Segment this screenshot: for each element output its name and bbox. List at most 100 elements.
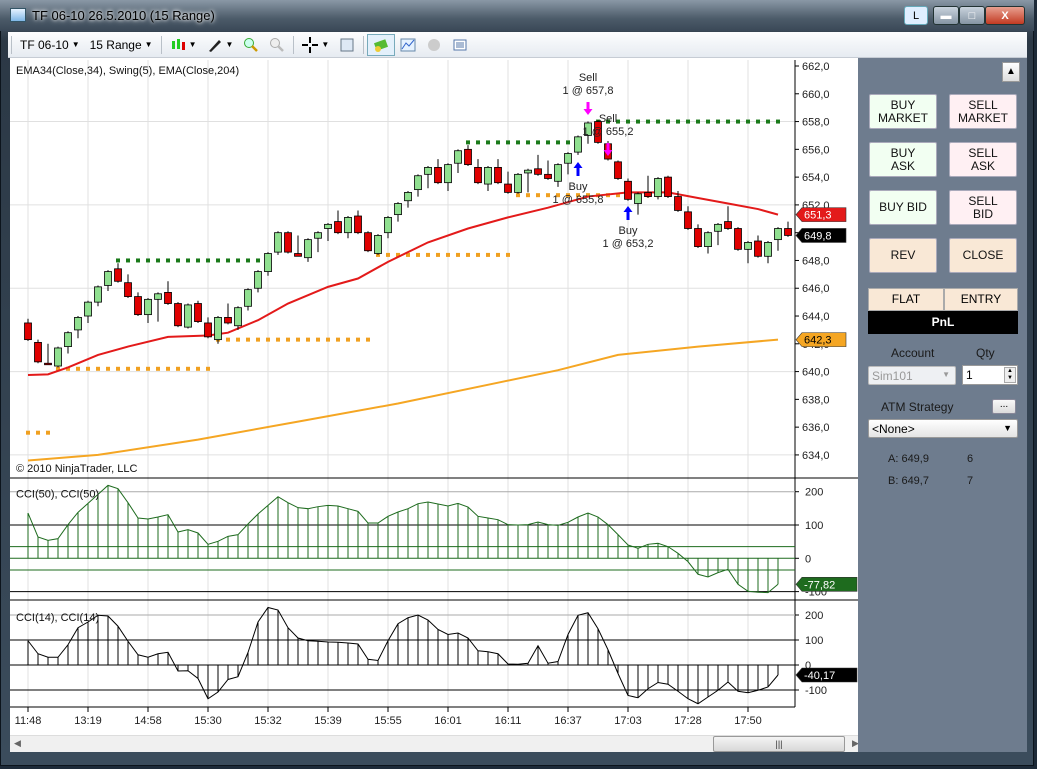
collapse-panel-button[interactable]: ▲ (1002, 62, 1020, 82)
account-select[interactable]: Sim101 ▼ (868, 366, 956, 385)
swing-low-dot (176, 366, 180, 371)
chart-app-icon (10, 8, 26, 22)
price-chart[interactable]: 662,0660,0658,0656,0654,0652,0650,0648,0… (10, 58, 858, 735)
maximize-button[interactable]: □ (959, 6, 985, 25)
strategies-icon (428, 38, 441, 51)
swing-low-dot (136, 366, 140, 371)
swing-low-dot (446, 252, 450, 257)
swing-high-dot (706, 119, 710, 124)
drawing-tool-button[interactable]: ▼ (202, 34, 239, 56)
toolbar-grip[interactable] (11, 35, 12, 54)
candle-down (694, 228, 702, 247)
properties-icon (453, 39, 467, 50)
candle-up (154, 293, 162, 300)
time-tick-label: 15:30 (194, 715, 222, 727)
atm-strategy-value: <None> (872, 422, 915, 436)
candle-up (324, 223, 332, 229)
sell-ask-button[interactable]: SELL ASK (949, 142, 1017, 177)
candle-up (54, 347, 62, 367)
sell-market-button[interactable]: SELL MARKET (949, 94, 1017, 129)
candle-up (564, 153, 572, 164)
chart-trader-panel: ▲ BUY MARKET SELL MARKET BUY ASK SELL ASK BU… (858, 58, 1027, 752)
candle-down (724, 221, 732, 229)
swing-high-dot (526, 140, 530, 145)
buy-arrow-icon (623, 206, 633, 220)
money-icon (374, 38, 389, 52)
scrollbar-thumb[interactable]: ||| (713, 736, 845, 752)
sell-bid-button[interactable]: SELL BID (949, 190, 1017, 225)
trade-label: Sell (599, 113, 617, 125)
swing-low-dot (466, 252, 470, 257)
interval-selector[interactable]: 15 Range ▼ (85, 34, 158, 56)
candle-down (534, 168, 542, 175)
candle-up (144, 298, 152, 316)
atm-more-button[interactable]: ... (992, 399, 1016, 414)
swing-high-dot (156, 258, 160, 263)
candle-up (344, 217, 352, 234)
trade-detail: 1 @ 655,8 (553, 194, 604, 206)
time-tick-label: 13:19 (74, 715, 102, 727)
buy-bid-button[interactable]: BUY BID (869, 190, 937, 225)
rev-button[interactable]: REV (869, 238, 937, 273)
candle-up (714, 223, 722, 232)
properties-button[interactable] (447, 34, 473, 56)
price-tick-label: 636,0 (802, 422, 830, 434)
strategies-button[interactable] (421, 34, 447, 56)
spinner-icon[interactable]: ▲ ▼ (1004, 367, 1016, 383)
swing-low-dot (266, 337, 270, 342)
swing-low-dot (356, 337, 360, 342)
scroll-left-icon[interactable]: ◀ (14, 738, 21, 749)
atm-strategy-select[interactable]: <None> ▼ (868, 419, 1018, 438)
chart-style-button[interactable]: ▼ (165, 34, 202, 56)
crosshair-icon (302, 36, 319, 53)
buy-ask-button[interactable]: BUY ASK (869, 142, 937, 177)
buy-bid-label: BUY BID (879, 200, 927, 214)
chevron-down-icon: ▼ (71, 40, 80, 49)
indicators-button[interactable] (395, 34, 421, 56)
swing-low-dot (256, 337, 260, 342)
chart-trader-button[interactable] (367, 33, 396, 56)
toolbar-separator (293, 35, 295, 54)
candlestick-icon (171, 38, 185, 50)
buy-market-button[interactable]: BUY MARKET (869, 94, 937, 129)
data-box-button[interactable] (334, 34, 360, 56)
swing-high-dot (646, 119, 650, 124)
bid-size: 7 (967, 475, 974, 487)
swing-high-dot (496, 140, 500, 145)
entry-status: ENTRY (944, 288, 1018, 311)
cci14-tick-label: 100 (805, 635, 823, 647)
price-tick-label: 646,0 (802, 283, 830, 295)
chevron-down-icon: ▼ (144, 40, 153, 49)
pen-icon (208, 39, 221, 52)
candle-down (664, 176, 672, 197)
cci14-legend: CCI(14), CCI(14) (16, 612, 99, 624)
candle-up (444, 164, 452, 184)
zoom-out-button[interactable] (264, 34, 290, 56)
title-bar[interactable]: TF 06-10 26.5.2010 (15 Range) L ▬ □ X (0, 0, 1034, 31)
quantity-stepper[interactable]: 1 ▲ ▼ (962, 365, 1018, 385)
candle-up (454, 150, 462, 164)
swing-low-dot (336, 337, 340, 342)
link-button[interactable]: L (904, 6, 928, 25)
candle-up (84, 301, 92, 317)
indicator-legend: EMA34(Close,34), Swing(5), EMA(Close,204… (16, 65, 239, 77)
swing-low-dot (436, 252, 440, 257)
instrument-selector[interactable]: TF 06-10 ▼ (15, 34, 85, 56)
cci14-line (27, 606, 779, 705)
crosshair-button[interactable]: ▼ (297, 34, 334, 56)
time-tick-label: 15:32 (254, 715, 282, 727)
swing-low-dot (126, 366, 130, 371)
candle-down (24, 322, 32, 341)
zoom-in-button[interactable] (238, 34, 264, 56)
minimize-button[interactable]: ▬ (933, 6, 959, 25)
swing-low-dot (456, 252, 460, 257)
candle-down (114, 268, 122, 282)
swing-high-dot (766, 119, 770, 124)
qty-value: 1 (966, 368, 973, 382)
chart-area[interactable]: 662,0660,0658,0656,0654,0652,0650,0648,0… (10, 58, 858, 752)
price-tick-label: 648,0 (802, 255, 830, 267)
candle-up (774, 228, 782, 241)
close-button[interactable]: CLOSE (949, 238, 1017, 273)
close-icon: X (1001, 9, 1009, 22)
close-button[interactable]: X (985, 6, 1025, 25)
